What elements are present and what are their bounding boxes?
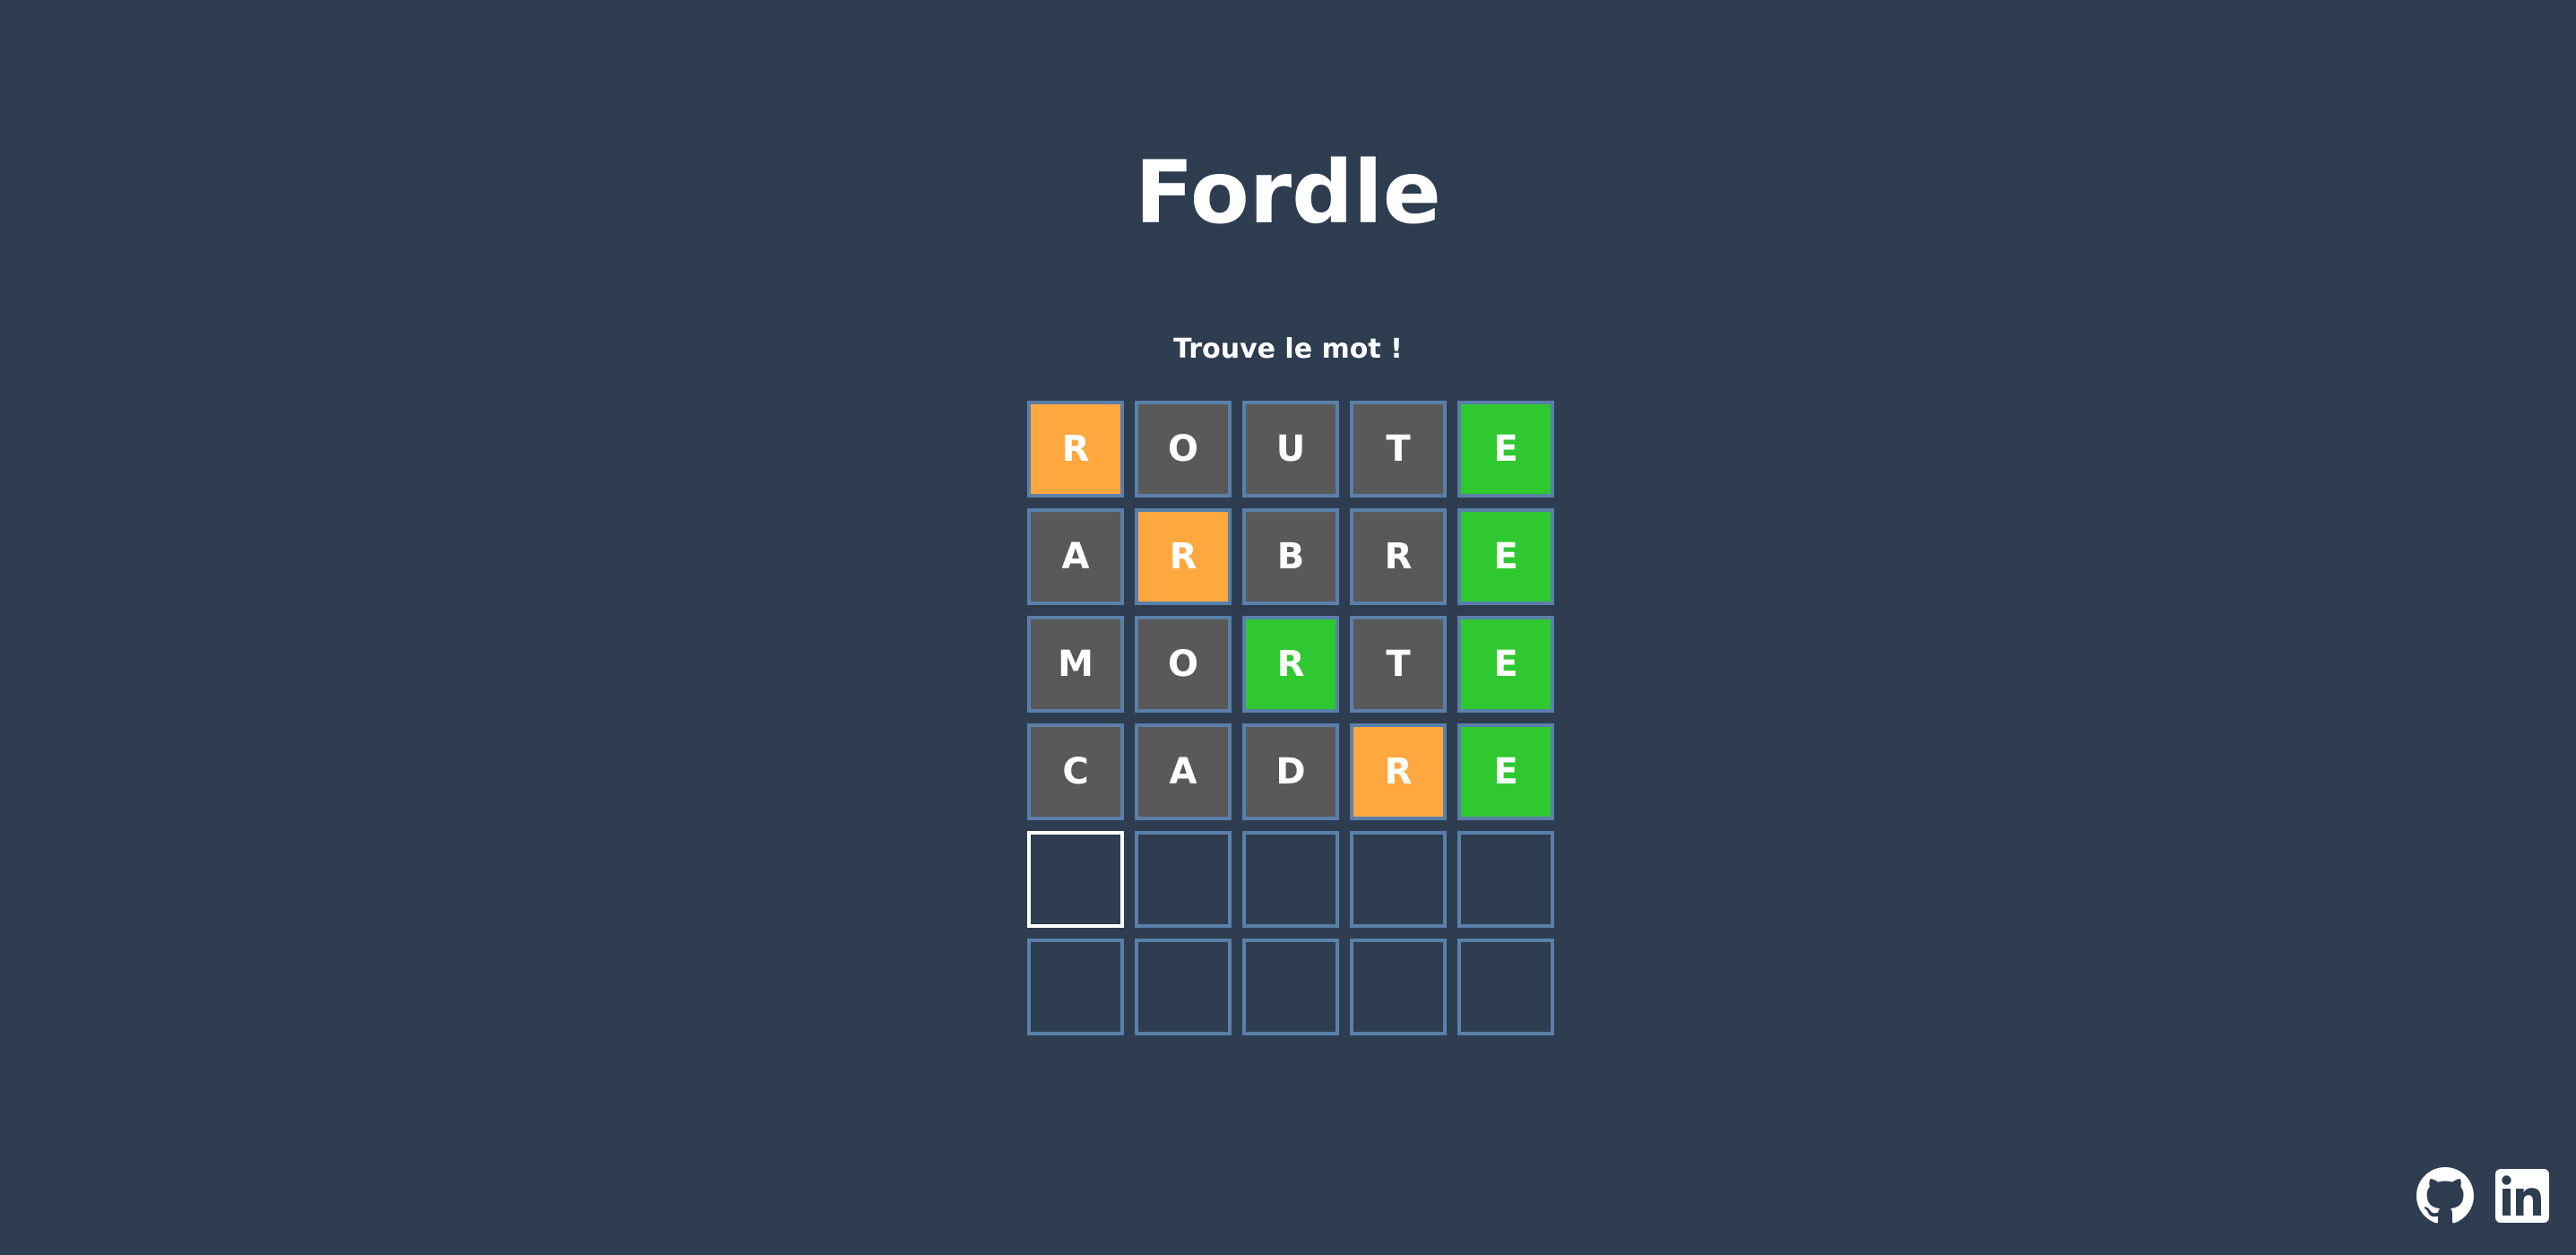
tile-r4-c5: E — [1457, 723, 1554, 820]
tile-r5-c5 — [1457, 831, 1554, 928]
tile-r6-c2 — [1135, 939, 1232, 1035]
tile-r1-c4: T — [1350, 401, 1447, 498]
tile-r5-c1[interactable] — [1027, 831, 1124, 928]
tile-r3-c1: M — [1027, 616, 1124, 713]
social-links — [2416, 1167, 2551, 1225]
tile-r3-c4: T — [1350, 616, 1447, 713]
game-board[interactable]: ROUTEARBREMORTECADRE — [1027, 401, 1554, 1035]
tile-r3-c2: O — [1135, 616, 1232, 713]
tile-r2-c4: R — [1350, 508, 1447, 605]
tile-r4-c2: A — [1135, 723, 1232, 820]
tile-r1-c5: E — [1457, 401, 1554, 498]
linkedin-link[interactable] — [2494, 1167, 2551, 1225]
tile-r2-c3: B — [1242, 508, 1339, 605]
tile-r6-c5 — [1457, 939, 1554, 1035]
game-instruction: Trouve le mot ! — [1173, 333, 1403, 365]
tile-r4-c1: C — [1027, 723, 1124, 820]
tile-r5-c3 — [1242, 831, 1339, 928]
tile-r1-c1: R — [1027, 401, 1124, 498]
tile-r3-c5: E — [1457, 616, 1554, 713]
tile-r3-c3: R — [1242, 616, 1339, 713]
tile-r2-c2: R — [1135, 508, 1232, 605]
tile-r5-c4 — [1350, 831, 1447, 928]
tile-r1-c2: O — [1135, 401, 1232, 498]
tile-r4-c4: R — [1350, 723, 1447, 820]
tile-r6-c3 — [1242, 939, 1339, 1035]
tile-r4-c3: D — [1242, 723, 1339, 820]
tile-r2-c5: E — [1457, 508, 1554, 605]
tile-r2-c1: A — [1027, 508, 1124, 605]
tile-r6-c1 — [1027, 939, 1124, 1035]
game-page: Fordle Trouve le mot ! ROUTEARBREMORTECA… — [0, 0, 2576, 1255]
page-title: Fordle — [1135, 143, 1441, 243]
tile-r5-c2 — [1135, 831, 1232, 928]
linkedin-icon — [2495, 1169, 2549, 1223]
github-link[interactable] — [2416, 1167, 2474, 1225]
tile-r1-c3: U — [1242, 401, 1339, 498]
github-icon — [2416, 1167, 2474, 1224]
tile-r6-c4 — [1350, 939, 1447, 1035]
